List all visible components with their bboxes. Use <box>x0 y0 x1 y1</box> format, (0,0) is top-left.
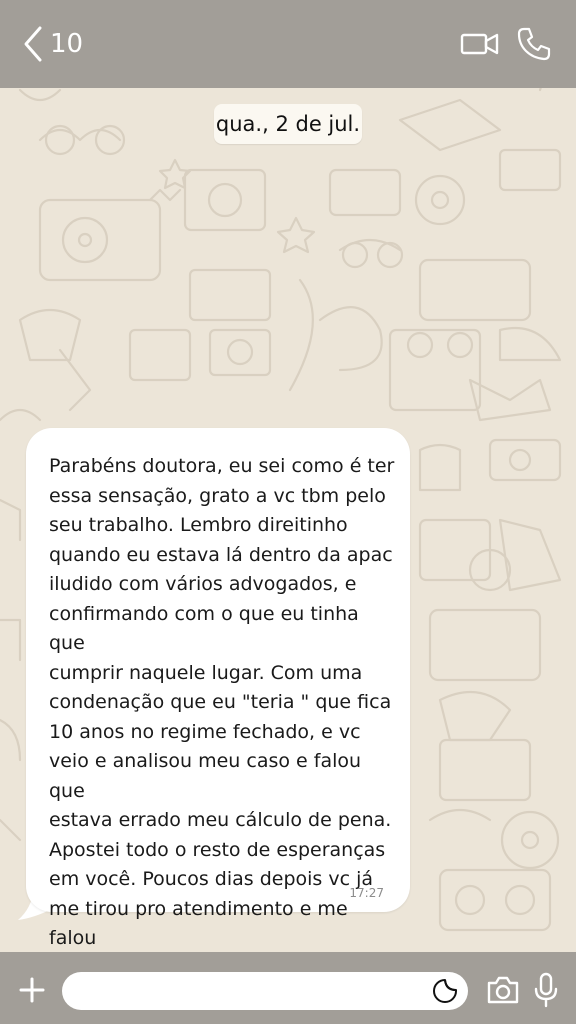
video-call-icon[interactable] <box>460 26 500 62</box>
chevron-left-icon <box>24 26 42 62</box>
phone-icon[interactable] <box>516 26 552 62</box>
back-button[interactable]: 10 <box>22 22 92 66</box>
unread-count: 10 <box>50 29 84 59</box>
sticker-icon[interactable] <box>432 978 458 1004</box>
message-text: Parabéns doutora, eu sei como é ter essa… <box>49 455 395 979</box>
microphone-icon[interactable] <box>534 972 558 1008</box>
plus-icon[interactable] <box>18 976 46 1004</box>
message-input-bar <box>0 952 576 1024</box>
message-timestamp: 17:27 <box>349 886 384 900</box>
incoming-message-bubble[interactable]: Parabéns doutora, eu sei como é ter essa… <box>26 428 410 979</box>
camera-icon[interactable] <box>486 974 520 1006</box>
chat-header: 10 <box>0 0 576 88</box>
date-separator: qua., 2 de jul. <box>214 104 362 144</box>
message-input[interactable] <box>62 972 468 1010</box>
